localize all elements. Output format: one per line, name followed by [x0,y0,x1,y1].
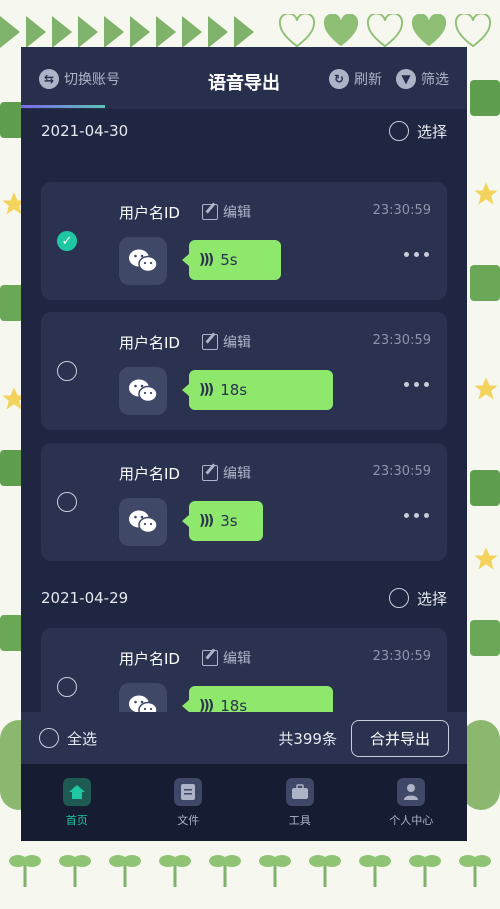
select-radio[interactable] [388,588,409,608]
merge-export-button[interactable]: 合并导出 [350,719,449,757]
more-icon[interactable] [404,513,429,518]
nav-item-profile[interactable]: 个人中心 [376,777,446,828]
nav-label: 首页 [65,813,88,827]
edit-button[interactable]: 编辑 [202,463,251,483]
group-select-button[interactable]: 选择 [388,588,447,609]
gift-icon [470,620,500,656]
gift-icon [470,80,500,116]
cucumber-mascot [462,720,500,810]
voice-record-card[interactable]: ✓ 用户名ID 编辑 23:30:59 ))) 5s [41,182,447,300]
record-time: 23:30:59 [372,464,431,479]
nav-label: 文件 [177,813,200,827]
edit-button[interactable]: 编辑 [202,648,251,668]
star-icon [474,377,498,400]
voice-bubble[interactable]: ))) 5s [182,240,281,280]
select-label: 选择 [416,589,447,608]
voice-record-card[interactable]: 用户名ID 编辑 23:30:59 ))) 3s [41,443,447,561]
user-icon [397,777,426,806]
top-bar: ⇆ 切换账号 语音导出 ↻ 刷新 ▼ 筛选 [21,47,467,109]
home-icon [62,777,91,806]
voice-bubble[interactable]: ))) 18s [182,370,333,410]
record-checkbox[interactable] [57,677,77,697]
select-label: 选择 [416,122,447,141]
bottom-nav: 首页 文件 工具 个人中心 [21,764,467,841]
filter-icon: ▼ [396,69,416,89]
wechat-icon [119,498,167,546]
record-time: 23:30:59 [372,333,431,348]
group-select-button[interactable]: 选择 [388,121,447,142]
sprout-border [0,843,500,887]
star-icon [474,547,498,570]
more-icon[interactable] [404,252,429,257]
edit-label: 编辑 [223,466,251,482]
record-time: 23:30:59 [372,649,431,664]
heart-border [278,14,492,48]
file-icon [174,777,203,806]
username: 用户名ID [119,650,180,668]
gift-icon [470,265,500,301]
record-checkbox[interactable] [57,361,77,381]
voice-export-app: ⇆ 切换账号 语音导出 ↻ 刷新 ▼ 筛选 2021-04-30 选择 ✓ 用户… [21,47,467,841]
edit-label: 编辑 [223,335,251,351]
voice-duration: 18s [220,381,248,399]
username: 用户名ID [119,465,180,483]
record-count: 共399条 [278,729,337,748]
edit-button[interactable]: 编辑 [202,332,251,352]
audio-wave-icon: ))) [199,382,214,398]
edit-icon [202,204,218,220]
filter-button[interactable]: ▼ 筛选 [396,69,449,89]
refresh-button[interactable]: ↻ 刷新 [329,69,382,89]
toolbox-icon [285,777,314,806]
date-group-header: 2021-04-29 选择 [21,578,467,618]
wechat-icon [119,367,167,415]
nav-item-home[interactable]: 首页 [42,777,112,828]
username: 用户名ID [119,204,180,222]
select-all-label: 全选 [67,729,98,748]
bottom-action-bar: 全选 共399条 合并导出 [21,712,467,764]
chevron-border [0,16,260,50]
tab-indicator [21,105,105,108]
edit-label: 编辑 [223,205,251,221]
edit-button[interactable]: 编辑 [202,202,251,222]
voice-bubble[interactable]: ))) 3s [182,501,263,541]
nav-label: 个人中心 [389,813,434,827]
more-icon[interactable] [404,382,429,387]
refresh-icon: ↻ [329,69,349,89]
edit-icon [202,334,218,350]
wechat-icon [119,237,167,285]
voice-record-card[interactable]: 用户名ID 编辑 23:30:59 ))) 18s [41,312,447,430]
star-icon [474,182,498,205]
voice-duration: 5s [220,251,238,269]
select-all-radio[interactable] [39,728,59,748]
nav-item-file[interactable]: 文件 [153,777,223,828]
edit-icon [202,465,218,481]
nav-item-tools[interactable]: 工具 [265,777,335,828]
filter-label: 筛选 [421,72,449,88]
gift-icon [470,470,500,506]
refresh-label: 刷新 [354,72,382,88]
username: 用户名ID [119,334,180,352]
date-group-header: 2021-04-30 选择 [21,111,467,151]
edit-label: 编辑 [223,651,251,667]
record-checkbox[interactable]: ✓ [57,231,77,251]
edit-icon [202,650,218,666]
group-date: 2021-04-30 [41,122,129,140]
audio-wave-icon: ))) [199,252,214,268]
audio-wave-icon: ))) [199,513,214,529]
nav-label: 工具 [288,813,311,827]
record-checkbox[interactable] [57,492,77,512]
select-radio[interactable] [388,121,409,141]
record-time: 23:30:59 [372,203,431,218]
voice-duration: 3s [220,512,238,530]
select-all-button[interactable]: 全选 [39,728,97,749]
group-date: 2021-04-29 [41,589,129,607]
